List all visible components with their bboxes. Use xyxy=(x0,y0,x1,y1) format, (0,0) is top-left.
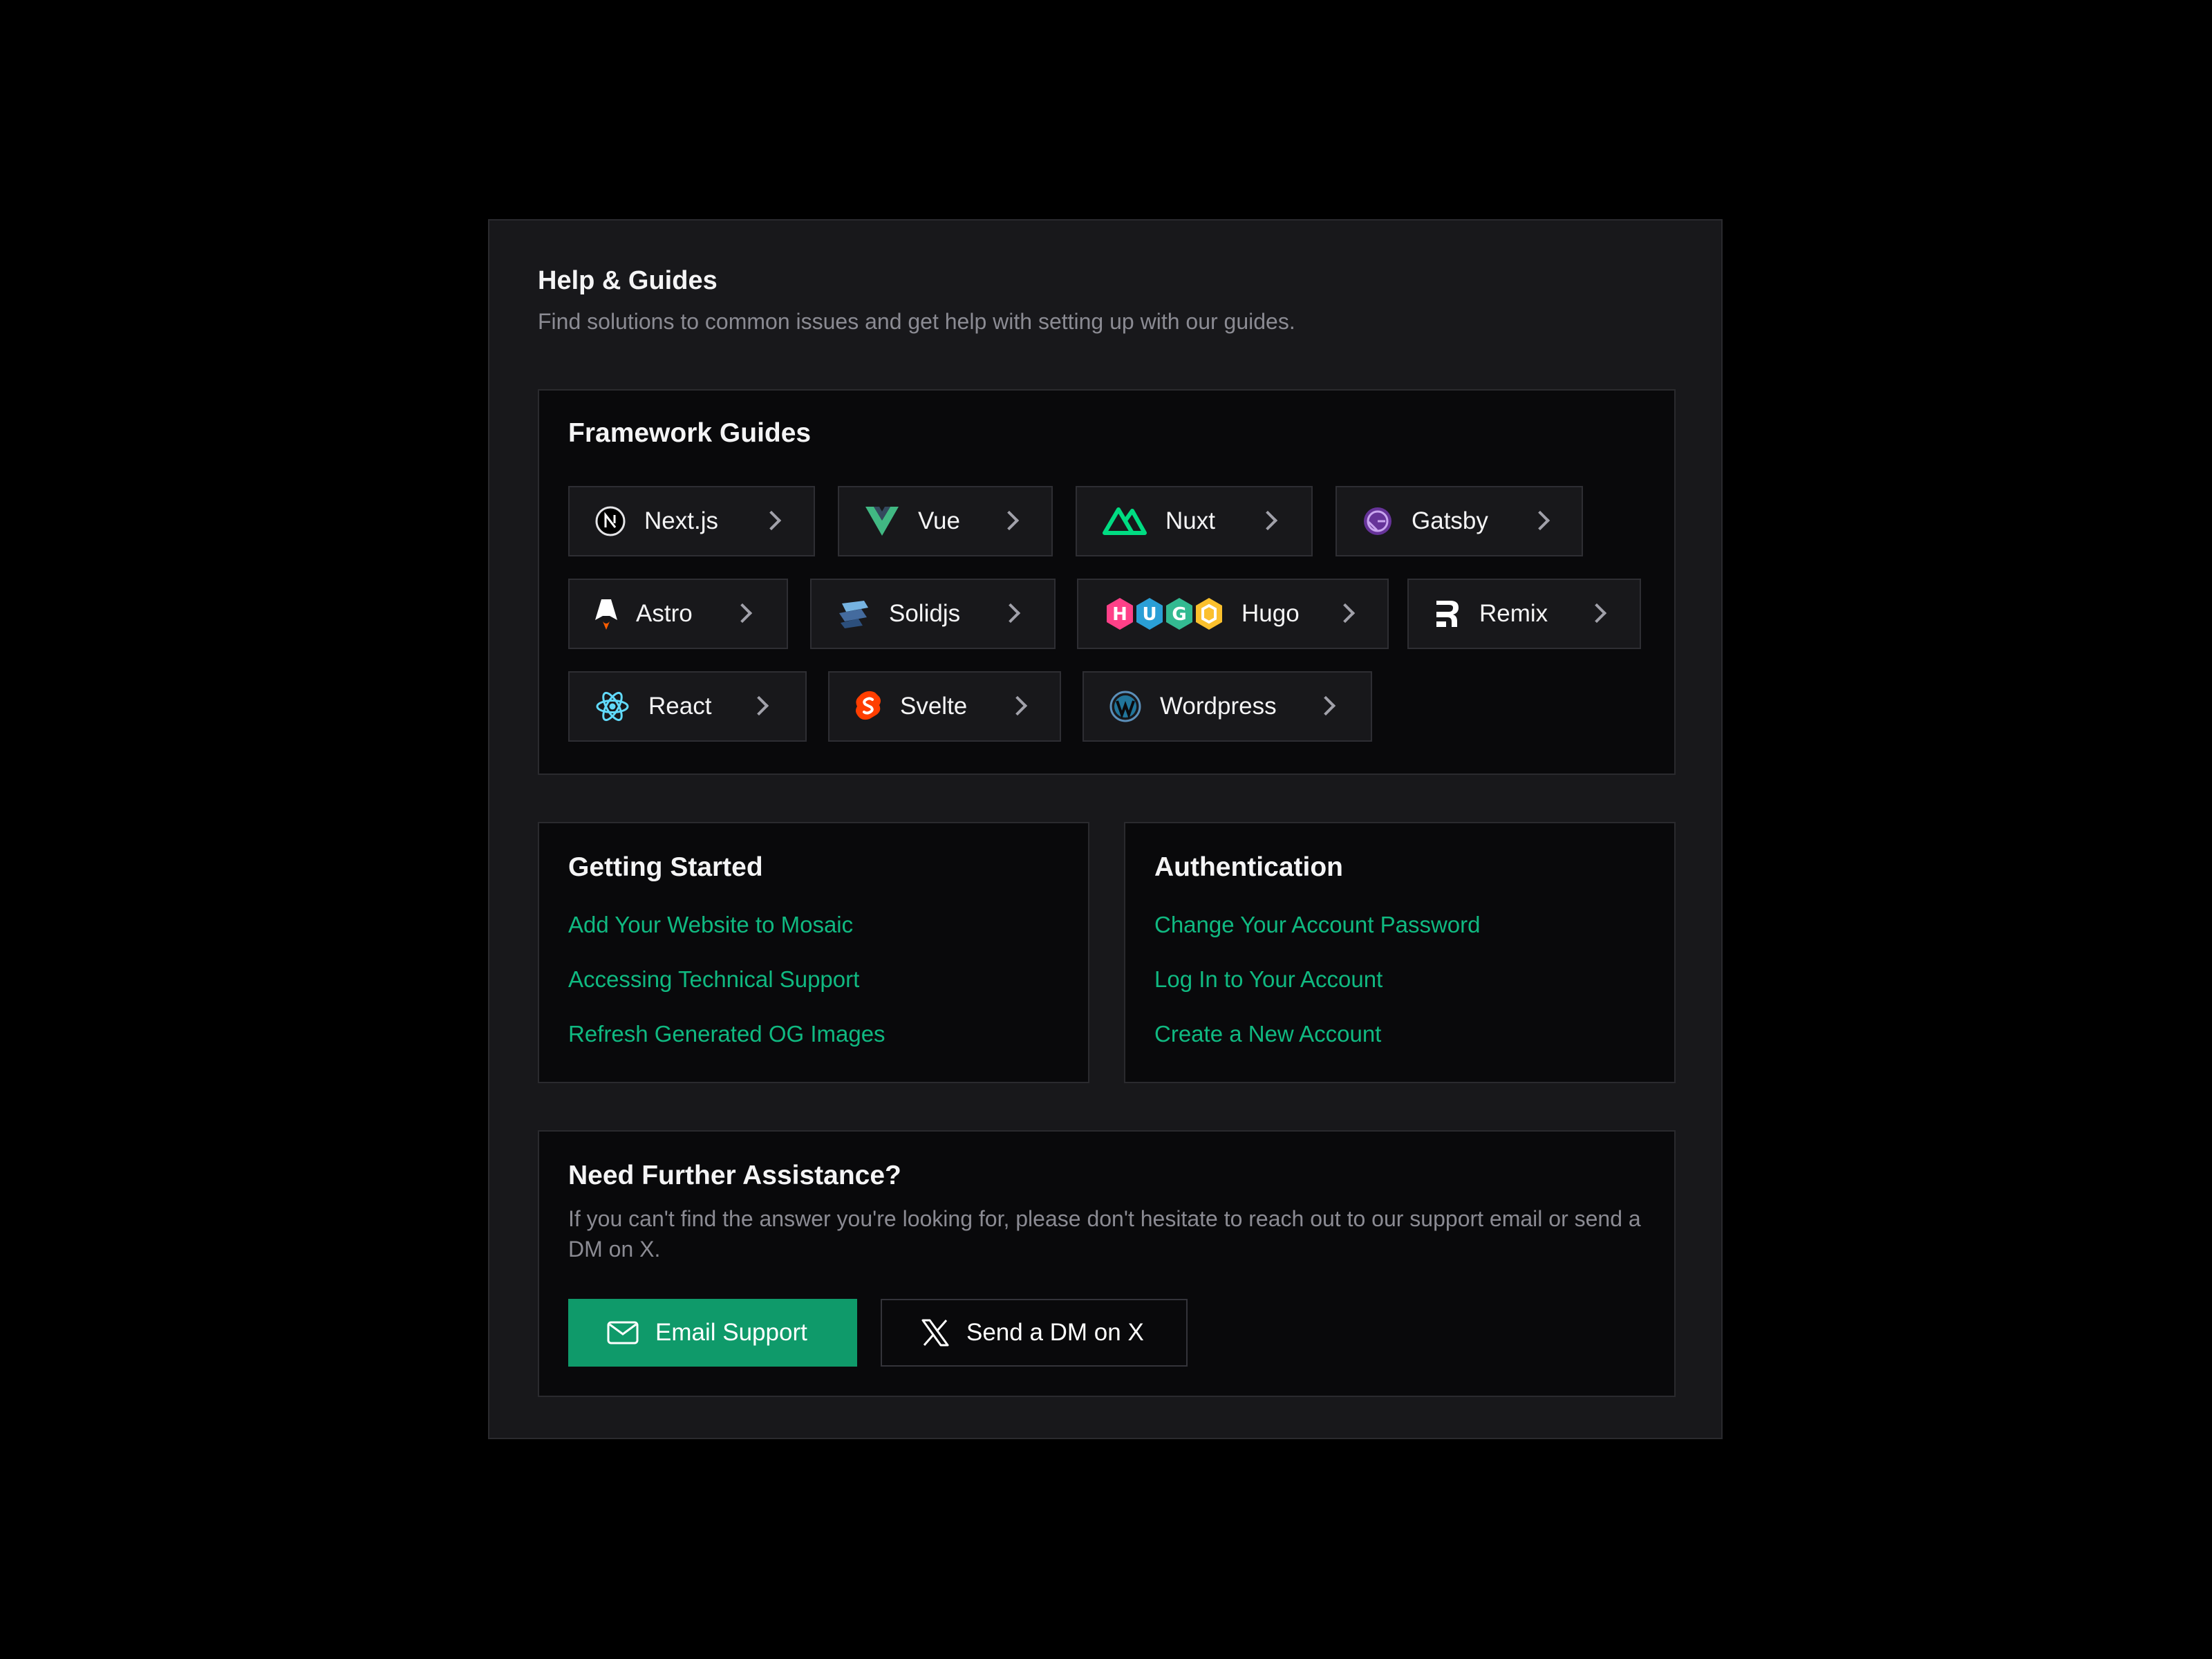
assistance-text: If you can't find the answer you're look… xyxy=(568,1206,1641,1262)
astro-icon xyxy=(594,597,618,631)
guide-react-button[interactable]: React xyxy=(568,671,807,742)
guide-hugo-button[interactable]: H U G Hugo xyxy=(1077,579,1389,649)
guide-remix-button[interactable]: Remix xyxy=(1407,579,1641,649)
link-technical-support[interactable]: Accessing Technical Support xyxy=(568,966,859,993)
guide-solidjs-button[interactable]: Solidjs xyxy=(810,579,1056,649)
vue-icon xyxy=(864,505,900,537)
guide-label: Svelte xyxy=(900,693,968,720)
framework-guides-title: Framework Guides xyxy=(568,418,812,448)
guide-label: Astro xyxy=(636,600,693,627)
guide-label: Wordpress xyxy=(1160,693,1277,720)
hugo-icon-letter: G xyxy=(1172,604,1186,625)
email-support-button[interactable]: Email Support xyxy=(568,1299,857,1367)
help-guides-card: Help & Guides Find solutions to common i… xyxy=(488,219,1723,1439)
page-title: Help & Guides xyxy=(538,266,718,295)
send-dm-button[interactable]: Send a DM on X xyxy=(881,1299,1188,1367)
react-icon xyxy=(594,690,630,723)
chevron-right-icon xyxy=(749,695,769,716)
link-log-in[interactable]: Log In to Your Account xyxy=(1154,966,1382,993)
guide-wordpress-button[interactable]: Wordpress xyxy=(1082,671,1372,742)
guide-label: Hugo xyxy=(1241,600,1300,627)
authentication-panel: Authentication Change Your Account Passw… xyxy=(1124,822,1676,1083)
nuxt-icon xyxy=(1102,505,1147,537)
guide-label: React xyxy=(648,693,712,720)
guide-nextjs-button[interactable]: Next.js xyxy=(568,486,815,556)
guide-nuxt-button[interactable]: Nuxt xyxy=(1076,486,1313,556)
chevron-right-icon xyxy=(1315,695,1336,716)
remix-icon xyxy=(1434,598,1461,630)
chevron-right-icon xyxy=(732,603,753,624)
hugo-icon-letter: U xyxy=(1142,604,1156,625)
guide-label: Next.js xyxy=(644,507,718,534)
x-icon xyxy=(921,1319,950,1347)
guide-astro-button[interactable]: Astro xyxy=(568,579,788,649)
link-add-website[interactable]: Add Your Website to Mosaic xyxy=(568,912,853,938)
wordpress-icon xyxy=(1109,690,1142,723)
send-dm-label: Send a DM on X xyxy=(966,1319,1144,1346)
mail-icon xyxy=(607,1321,639,1344)
chevron-right-icon xyxy=(1007,695,1028,716)
link-create-account[interactable]: Create a New Account xyxy=(1154,1021,1381,1047)
chevron-right-icon xyxy=(1335,603,1356,624)
chevron-right-icon xyxy=(1000,603,1021,624)
chevron-right-icon xyxy=(1530,510,1550,531)
getting-started-title: Getting Started xyxy=(568,852,763,882)
framework-guides-panel: Framework Guides Next.js Vue Nuxt Gatsby… xyxy=(538,389,1676,775)
chevron-right-icon xyxy=(1257,510,1278,531)
guide-label: Nuxt xyxy=(1165,507,1215,534)
svelte-icon xyxy=(854,690,882,723)
guide-label: Vue xyxy=(918,507,960,534)
guide-svelte-button[interactable]: Svelte xyxy=(828,671,1061,742)
authentication-title: Authentication xyxy=(1154,852,1343,882)
guide-label: Solidjs xyxy=(889,600,961,627)
hugo-icon-letter: H xyxy=(1112,604,1127,625)
guide-gatsby-button[interactable]: Gatsby xyxy=(1335,486,1583,556)
guide-label: Remix xyxy=(1479,600,1548,627)
chevron-right-icon xyxy=(761,510,782,531)
link-refresh-og-images[interactable]: Refresh Generated OG Images xyxy=(568,1021,885,1047)
gatsby-icon xyxy=(1362,505,1394,537)
page-subtitle: Find solutions to common issues and get … xyxy=(538,309,1295,334)
solidjs-icon xyxy=(836,598,871,630)
guide-vue-button[interactable]: Vue xyxy=(838,486,1053,556)
hugo-icon: H U G xyxy=(1105,597,1224,631)
assistance-panel: Need Further Assistance? If you can't fi… xyxy=(538,1130,1676,1397)
chevron-right-icon xyxy=(999,510,1020,531)
link-change-password[interactable]: Change Your Account Password xyxy=(1154,912,1481,938)
nextjs-icon xyxy=(594,505,626,537)
guide-label: Gatsby xyxy=(1412,507,1488,534)
assistance-title: Need Further Assistance? xyxy=(568,1161,901,1190)
chevron-right-icon xyxy=(1586,603,1607,624)
getting-started-panel: Getting Started Add Your Website to Mosa… xyxy=(538,822,1089,1083)
email-support-label: Email Support xyxy=(655,1319,807,1346)
